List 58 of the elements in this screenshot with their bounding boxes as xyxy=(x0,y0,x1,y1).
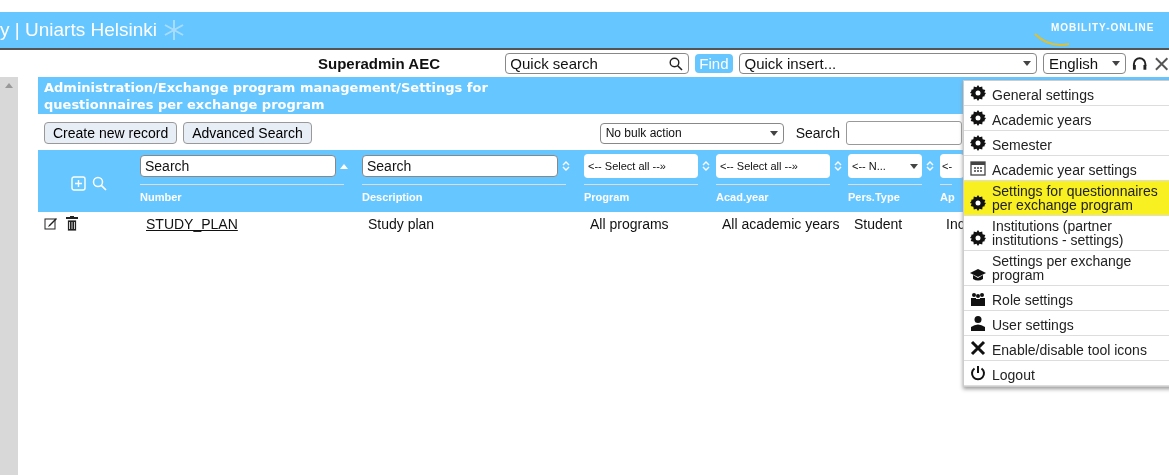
table-cell: All academic years xyxy=(722,216,840,232)
gear-icon xyxy=(970,85,986,101)
menu-item[interactable]: Enable/disable tool icons xyxy=(964,336,1169,361)
gear-icon xyxy=(970,135,986,151)
search-icon xyxy=(669,57,684,71)
headset-icon[interactable] xyxy=(1132,55,1148,72)
sort-ascending-icon[interactable] xyxy=(340,163,348,169)
tools-icon xyxy=(970,340,986,356)
user-icon xyxy=(970,315,986,331)
user-name: Superadmin AEC xyxy=(318,55,441,72)
column-filter-dropdown[interactable]: <-- Select all --» xyxy=(584,154,698,178)
table-cell: All programs xyxy=(590,216,669,232)
sort-icon[interactable] xyxy=(702,160,710,172)
menu-item[interactable]: Settings per exchange program xyxy=(964,251,1169,286)
brand-title: y | Uniarts Helsinki xyxy=(0,19,157,41)
menu-item[interactable]: User settings xyxy=(964,311,1169,336)
snowflake-icon xyxy=(163,19,185,41)
column-filter-field[interactable]: Search xyxy=(362,155,558,177)
power-icon xyxy=(970,365,986,381)
graduation-cap-icon xyxy=(970,269,986,281)
table-cell: Inc xyxy=(946,216,965,232)
people-icon xyxy=(970,292,986,306)
edit-icon[interactable] xyxy=(44,216,58,230)
quick-search-field[interactable]: Quick search xyxy=(505,53,690,74)
gear-icon xyxy=(970,110,986,126)
page-title: Administration/Exchange program management/Settings for questionnaires per exchange program xyxy=(44,79,489,113)
search-icon[interactable] xyxy=(92,176,107,191)
search-label: Search xyxy=(795,125,840,141)
column-filter-field[interactable]: Search xyxy=(140,155,336,177)
column-filter-dropdown[interactable]: <-- N... xyxy=(848,154,922,178)
sort-icon[interactable] xyxy=(562,160,570,172)
gear-icon xyxy=(970,230,986,246)
table-cell: Student xyxy=(854,216,903,232)
menu-item[interactable]: Role settings xyxy=(964,286,1169,311)
gear-icon xyxy=(970,195,986,211)
logo: MOBILITY-ONLINE xyxy=(1029,12,1169,48)
quick-insert-dropdown[interactable]: Quick insert... xyxy=(738,53,1037,74)
add-icon[interactable] xyxy=(71,176,86,191)
trash-icon[interactable] xyxy=(66,216,78,231)
column-filter-dropdown[interactable]: <-- Select all --» xyxy=(716,154,830,178)
calendar-icon xyxy=(970,160,986,176)
action-button[interactable]: Create new record xyxy=(44,122,178,144)
menu-item[interactable]: Institutions (partner institutions - settings) xyxy=(964,216,1169,251)
column-filter-dropdown[interactable]: <- xyxy=(940,154,964,178)
language-dropdown[interactable]: English xyxy=(1042,53,1127,74)
tools-icon[interactable] xyxy=(1153,55,1169,72)
sort-icon[interactable] xyxy=(926,160,934,172)
search-field[interactable] xyxy=(846,121,962,145)
table-cell: Study plan xyxy=(368,216,435,232)
menu-item[interactable]: Academic years xyxy=(964,106,1169,131)
record-link[interactable]: STUDY_PLAN xyxy=(146,216,238,232)
menu-item[interactable]: Logout xyxy=(964,361,1169,386)
sort-icon[interactable] xyxy=(834,160,842,172)
bulk-action-dropdown[interactable]: No bulk action xyxy=(599,122,784,144)
menu-item[interactable]: Settings for questionnaires per exchange program xyxy=(964,181,1169,216)
action-button[interactable]: Advanced Search xyxy=(183,122,312,144)
menu-item[interactable]: General settings xyxy=(964,81,1169,106)
menu-item[interactable]: Semester xyxy=(964,131,1169,156)
